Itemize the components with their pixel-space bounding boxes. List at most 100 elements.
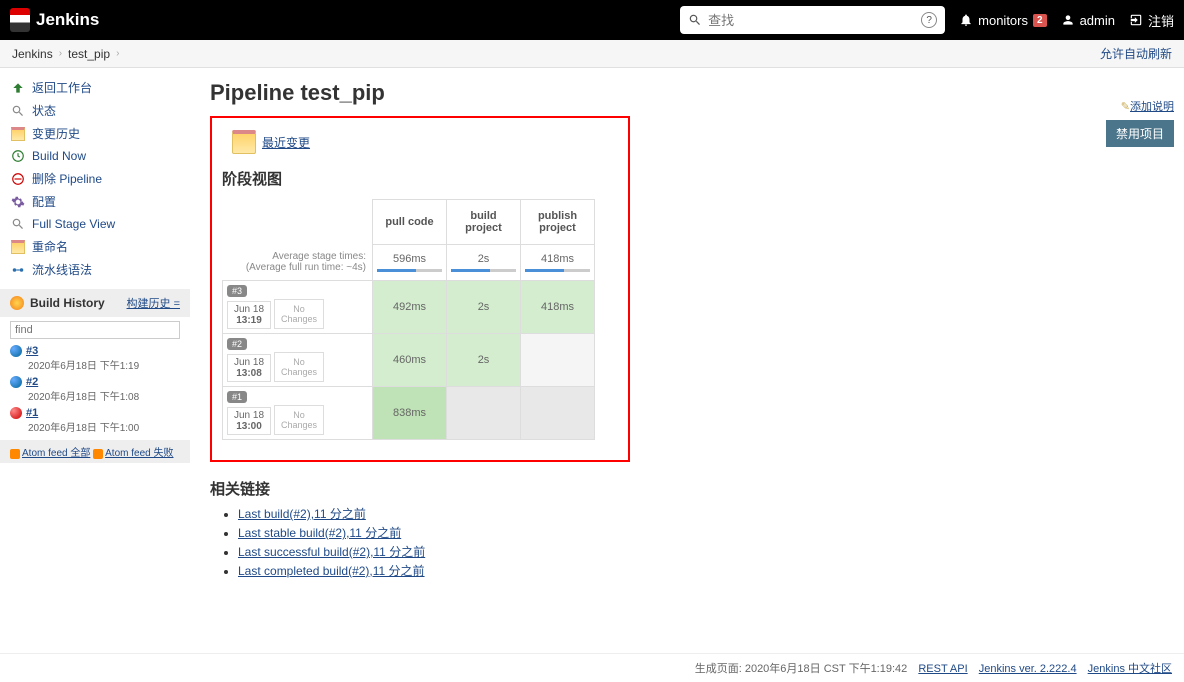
related-links-title: 相关链接 <box>210 478 1164 499</box>
gear-icon <box>10 194 26 210</box>
avg-cell: 596ms <box>373 245 447 281</box>
sidebar-item-label: 流水线语法 <box>32 261 92 278</box>
related-link[interactable]: Last stable build(#2),11 分之前 <box>238 526 401 540</box>
stage-cell[interactable]: 418ms <box>521 281 595 334</box>
related-link-item: Last stable build(#2),11 分之前 <box>238 524 1164 541</box>
sidebar-item[interactable]: Build Now <box>0 145 190 167</box>
notepad-icon <box>10 239 26 255</box>
footer-community[interactable]: Jenkins 中文社区 <box>1088 663 1172 675</box>
related-link[interactable]: Last successful build(#2),11 分之前 <box>238 545 425 559</box>
recent-changes: 最近变更 <box>232 130 618 154</box>
sidebar-item-label: 变更历史 <box>32 125 80 142</box>
no-changes: NoChanges <box>274 299 324 329</box>
recent-changes-link[interactable]: 最近变更 <box>262 134 310 151</box>
stage-view-title: 阶段视图 <box>222 168 618 189</box>
sidebar-item[interactable]: 重命名 <box>0 235 190 258</box>
monitors-link[interactable]: monitors 2 <box>959 13 1046 28</box>
stage-view-table: pull code build project publish project … <box>222 199 595 440</box>
logo[interactable]: Jenkins <box>10 8 99 32</box>
build-time: 2020年6月18日 下午1:00 <box>28 419 180 434</box>
build-number: #2 <box>26 376 38 388</box>
build-label-cell[interactable]: #3Jun 1813:19NoChanges <box>223 281 373 334</box>
build-history-row[interactable]: #22020年6月18日 下午1:08 <box>0 374 190 405</box>
sidebar-item[interactable]: 返回工作台 <box>0 76 190 99</box>
status-ball-icon <box>10 407 22 419</box>
stage-cell[interactable]: 460ms <box>373 334 447 387</box>
status-ball-icon <box>10 345 22 357</box>
stage-row: #1Jun 1813:00NoChanges838ms <box>223 387 595 440</box>
sidebar-item-label: Build Now <box>32 149 86 163</box>
related-link-item: Last build(#2),11 分之前 <box>238 505 1164 522</box>
help-icon[interactable]: ? <box>921 12 937 28</box>
stage-cell[interactable]: 2s <box>447 281 521 334</box>
bell-icon <box>959 13 973 27</box>
auto-refresh-link[interactable]: 允许自动刷新 <box>1100 45 1172 62</box>
build-time: 2020年6月18日 下午1:19 <box>28 357 180 372</box>
related-link[interactable]: Last build(#2),11 分之前 <box>238 507 366 521</box>
magnifier-icon <box>10 103 26 119</box>
build-label-cell[interactable]: #2Jun 1813:08NoChanges <box>223 334 373 387</box>
footer-version[interactable]: Jenkins ver. 2.222.4 <box>979 663 1077 675</box>
sidebar-item-label: 状态 <box>32 102 56 119</box>
top-header: Jenkins ? monitors 2 admin 注销 <box>0 0 1184 40</box>
build-history-row[interactable]: #12020年6月18日 下午1:00 <box>0 405 190 436</box>
stage-row: #2Jun 1813:08NoChanges460ms2s <box>223 334 595 387</box>
avg-cell: 418ms <box>521 245 595 281</box>
sidebar-item[interactable]: Full Stage View <box>0 213 190 235</box>
build-trend-link[interactable]: 构建历史 = <box>127 295 180 311</box>
stage-cell[interactable]: 838ms <box>373 387 447 440</box>
sidebar: 返回工作台状态变更历史 Build Now 删除 Pipeline 配置 Full St… <box>0 68 190 593</box>
rss-icon <box>93 449 103 459</box>
sidebar-item-label: 返回工作台 <box>32 79 92 96</box>
add-description-link[interactable]: 添加说明 <box>1130 101 1174 113</box>
stage-cell[interactable] <box>521 387 595 440</box>
breadcrumb-item[interactable]: test_pip <box>68 47 110 61</box>
stage-cell[interactable]: 492ms <box>373 281 447 334</box>
sidebar-item-label: 配置 <box>32 193 56 210</box>
build-history-row[interactable]: #32020年6月18日 下午1:19 <box>0 343 190 374</box>
user-link[interactable]: admin <box>1061 13 1115 28</box>
atom-feed-row: Atom feed 全部 Atom feed 失败 <box>0 440 190 463</box>
chevron-right-icon: › <box>116 48 119 59</box>
sidebar-item-label: Full Stage View <box>32 217 115 231</box>
sidebar-item-label: 重命名 <box>32 238 68 255</box>
avg-cell: 2s <box>447 245 521 281</box>
no-entry-icon <box>10 171 26 187</box>
atom-feed-all[interactable]: Atom feed 全部 <box>22 448 90 459</box>
page-title: Pipeline test_pip <box>210 80 1164 106</box>
search-icon <box>688 13 702 27</box>
sidebar-item[interactable]: 删除 Pipeline <box>0 167 190 190</box>
sidebar-item[interactable]: 流水线语法 <box>0 258 190 281</box>
notepad-icon <box>232 130 256 154</box>
disable-project-button[interactable]: 禁用项目 <box>1106 120 1174 147</box>
up-arrow-icon <box>10 80 26 96</box>
no-changes: NoChanges <box>274 352 324 382</box>
logout-label: 注销 <box>1148 11 1174 30</box>
rss-icon <box>10 449 20 459</box>
stage-cell[interactable] <box>447 387 521 440</box>
build-find-input[interactable] <box>10 321 180 339</box>
sidebar-item[interactable]: 配置 <box>0 190 190 213</box>
breadcrumb-root[interactable]: Jenkins <box>12 47 53 61</box>
clock-icon <box>10 148 26 164</box>
stage-col-2: publish project <box>521 200 595 245</box>
atom-feed-fail[interactable]: Atom feed 失败 <box>105 448 173 459</box>
sidebar-item-label: 删除 Pipeline <box>32 170 102 187</box>
build-label-cell[interactable]: #1Jun 1813:00NoChanges <box>223 387 373 440</box>
build-pill: #1 <box>227 391 247 403</box>
logo-text: Jenkins <box>36 10 99 30</box>
sidebar-item[interactable]: 变更历史 <box>0 122 190 145</box>
stage-row: #3Jun 1813:19NoChanges492ms2s418ms <box>223 281 595 334</box>
magnifier-icon <box>10 216 26 232</box>
stage-cell[interactable]: 2s <box>447 334 521 387</box>
related-link[interactable]: Last completed build(#2),11 分之前 <box>238 564 425 578</box>
stage-view-panel: 最近变更 阶段视图 pull code build project publis… <box>210 116 630 462</box>
related-link-item: Last successful build(#2),11 分之前 <box>238 543 1164 560</box>
sidebar-item[interactable]: 状态 <box>0 99 190 122</box>
footer-rest-api[interactable]: REST API <box>918 663 967 675</box>
search-input[interactable] <box>702 13 921 28</box>
stage-col-1: build project <box>447 200 521 245</box>
logout-link[interactable]: 注销 <box>1129 11 1174 30</box>
search-box[interactable]: ? <box>680 6 945 34</box>
stage-cell[interactable] <box>521 334 595 387</box>
